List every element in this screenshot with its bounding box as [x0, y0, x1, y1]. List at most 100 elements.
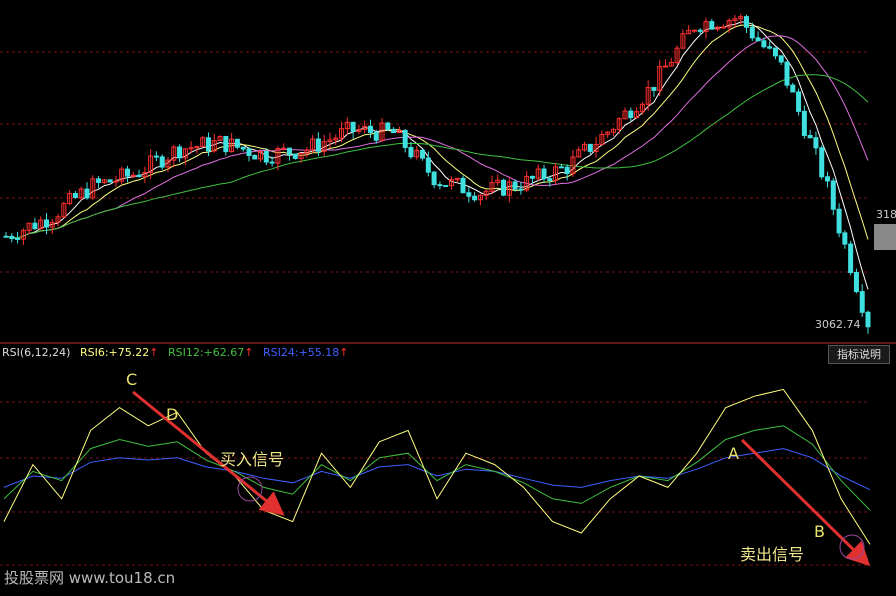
candle-body	[801, 110, 807, 136]
rsi24-label: RSI24:	[262, 346, 299, 359]
candle-body	[744, 16, 750, 28]
candle-body	[223, 136, 229, 153]
candle-body	[807, 134, 813, 139]
candle-body	[263, 151, 269, 163]
candle-body	[315, 138, 321, 152]
label-d: D	[166, 405, 179, 424]
label-c: C	[126, 370, 138, 389]
candle-body	[124, 168, 130, 177]
candle-body	[153, 155, 159, 158]
candle-body	[437, 184, 443, 187]
candle-body	[587, 143, 593, 152]
candle-body	[177, 146, 183, 159]
candle-body	[96, 178, 102, 183]
candle-body	[691, 29, 697, 32]
indicator-name: RSI(6,12,24)	[2, 346, 71, 359]
candle-body	[628, 110, 634, 119]
candle-body	[749, 26, 755, 39]
candle-body	[43, 219, 49, 228]
candle-body	[402, 129, 408, 148]
candle-body	[3, 235, 9, 238]
candle-body	[136, 174, 142, 178]
ma-line	[5, 74, 869, 239]
indicator-header: RSI(6,12,24) RSI6:+75.22↑ RSI12:+62.67↑ …	[2, 346, 355, 359]
moving-averages	[5, 21, 869, 290]
candle-body	[767, 46, 773, 49]
candle-body	[541, 168, 547, 180]
candle-body	[391, 128, 397, 134]
price-label-right: 318	[876, 208, 896, 221]
rsi-line-rsi24	[3, 448, 871, 491]
candle-body	[651, 86, 657, 91]
candle-body	[15, 238, 21, 241]
indicator-explain-button[interactable]: 指标说明	[828, 345, 890, 364]
ma-line	[5, 21, 869, 290]
rsi6-label: RSI6:	[79, 346, 109, 359]
candle-body	[107, 179, 113, 183]
candle-body	[512, 181, 518, 190]
label-a: A	[728, 444, 739, 463]
candle-body	[778, 55, 784, 63]
candle-body	[790, 84, 796, 93]
candle-body	[761, 40, 767, 48]
candle-body	[234, 138, 240, 148]
candle-body	[9, 235, 15, 240]
signal-arrows	[132, 390, 871, 567]
rsi-line-rsi6	[3, 388, 871, 545]
candle-body	[443, 185, 449, 188]
candle-body	[865, 311, 871, 328]
rsi24-value: +55.18	[298, 346, 340, 359]
candle-body	[796, 91, 802, 112]
candle-body	[466, 192, 472, 197]
rsi12-label: RSI12:	[167, 346, 204, 359]
ma-line	[5, 24, 869, 240]
candle-body	[709, 21, 715, 30]
ma-line	[5, 35, 869, 239]
candle-body	[825, 176, 831, 182]
grid-lines	[0, 51, 870, 566]
candle-body	[72, 193, 78, 199]
candle-body	[472, 195, 478, 201]
candle-body	[772, 47, 778, 57]
candle-body	[240, 146, 246, 150]
candle-body	[755, 37, 761, 42]
rsi6-arrow: ↑	[149, 346, 159, 359]
candle-body	[269, 161, 275, 164]
candle-body	[130, 174, 136, 177]
candle-body	[159, 156, 165, 168]
candle-body	[784, 61, 790, 86]
candle-body	[564, 166, 570, 174]
rsi24-arrow: ↑	[339, 346, 349, 359]
price-label-low: 3062.74	[815, 318, 861, 331]
candle-body	[84, 188, 90, 199]
candle-body	[529, 175, 535, 179]
rsi12-arrow: ↑	[244, 346, 254, 359]
candle-body	[425, 157, 431, 173]
candle-body	[813, 137, 819, 149]
candle-body	[836, 208, 842, 234]
stock-chart	[0, 13, 896, 567]
sell-signal-label: 卖出信号	[740, 545, 805, 564]
candle-body	[246, 148, 252, 157]
candle-body	[252, 155, 258, 160]
candle-body	[819, 147, 825, 178]
candle-body	[32, 222, 38, 230]
candle-body	[420, 149, 426, 159]
candle-body	[558, 166, 564, 169]
candle-body	[859, 291, 865, 313]
rsi-lines	[3, 388, 871, 545]
buy-signal-label: 买入信号	[220, 450, 285, 469]
current-price-box	[874, 224, 896, 250]
candle-body	[842, 232, 848, 245]
candle-body	[385, 122, 391, 130]
candle-body	[848, 243, 854, 274]
candle-body	[431, 171, 437, 186]
candle-body	[373, 131, 379, 141]
candle-body	[113, 180, 119, 183]
candlesticks	[3, 13, 871, 334]
candle-body	[853, 272, 859, 293]
rsi6-value: +75.22	[108, 346, 150, 359]
candle-body	[547, 178, 553, 182]
candle-body	[408, 146, 414, 158]
candle-body	[281, 147, 287, 150]
